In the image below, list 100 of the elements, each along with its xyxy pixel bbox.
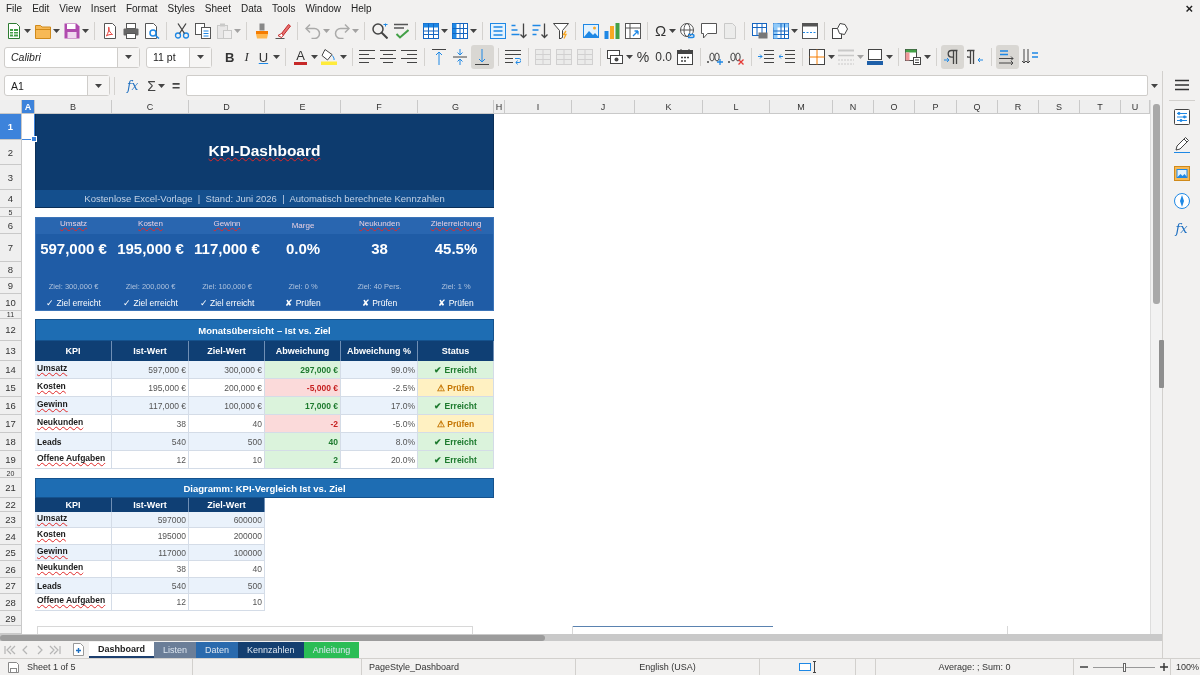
row-number[interactable]: 25 bbox=[0, 545, 22, 561]
minus-icon[interactable] bbox=[1080, 663, 1088, 671]
column-letter[interactable]: J bbox=[572, 100, 635, 114]
menu-item[interactable]: Styles bbox=[162, 2, 200, 16]
column-letter[interactable]: M bbox=[770, 100, 833, 114]
font-name-box[interactable]: Calibri bbox=[4, 46, 140, 68]
menu-item[interactable]: Tools bbox=[267, 2, 301, 16]
zeros-cross-icon[interactable] bbox=[728, 49, 745, 65]
fill-handle[interactable] bbox=[31, 136, 37, 142]
search-icon[interactable] bbox=[371, 22, 388, 39]
row-number[interactable]: 26 bbox=[0, 561, 22, 578]
align-center-icon[interactable] bbox=[380, 49, 397, 65]
row-number[interactable]: 24 bbox=[0, 528, 22, 545]
row-number[interactable]: 15 bbox=[0, 379, 22, 397]
column-letter[interactable]: R bbox=[998, 100, 1039, 114]
bar-chart-icon[interactable] bbox=[603, 22, 620, 39]
sheet-tab[interactable]: Daten bbox=[196, 641, 239, 658]
document-icon[interactable] bbox=[101, 22, 118, 39]
font-color-button[interactable]: A bbox=[290, 46, 311, 68]
row-number[interactable]: 8 bbox=[0, 262, 22, 278]
table-arrow-icon[interactable] bbox=[624, 22, 641, 39]
font-size-box[interactable]: 11 pt bbox=[146, 46, 212, 68]
menu-item[interactable]: File bbox=[1, 2, 28, 16]
sheet-tab[interactable]: Kennzahlen bbox=[238, 641, 304, 658]
row-number[interactable]: 2 bbox=[0, 140, 22, 165]
caret-icon[interactable] bbox=[124, 55, 132, 59]
banknote-icon[interactable] bbox=[607, 49, 624, 65]
speech-bubble-icon[interactable] bbox=[700, 22, 717, 39]
caret-icon[interactable] bbox=[94, 83, 102, 88]
menu-item[interactable]: Data bbox=[235, 2, 268, 16]
percent-button[interactable]: % bbox=[633, 46, 653, 68]
caret-icon[interactable] bbox=[339, 55, 347, 59]
column-letter[interactable]: C bbox=[112, 100, 189, 114]
row-number[interactable]: 22 bbox=[0, 498, 22, 512]
calendar-icon[interactable] bbox=[677, 49, 694, 65]
column-letter[interactable]: F bbox=[341, 100, 418, 114]
column-letter[interactable]: D bbox=[189, 100, 265, 114]
italic-button[interactable]: I bbox=[239, 46, 254, 68]
row-number[interactable]: 6 bbox=[0, 217, 22, 234]
column-letter[interactable]: L bbox=[703, 100, 770, 114]
table-printer-icon[interactable] bbox=[751, 22, 768, 39]
menu-item[interactable]: Edit bbox=[27, 2, 55, 16]
row-number[interactable]: 12 bbox=[0, 319, 22, 341]
zoom-slider-thumb[interactable] bbox=[1123, 662, 1126, 672]
document-plus-icon[interactable] bbox=[73, 643, 84, 656]
bold-button[interactable]: B bbox=[220, 46, 240, 68]
underline-button[interactable]: U bbox=[253, 46, 274, 68]
scrollbar-thumb[interactable] bbox=[1153, 104, 1160, 304]
indent-icon[interactable] bbox=[758, 49, 775, 65]
column-letter[interactable]: G bbox=[418, 100, 494, 114]
menu-item[interactable]: Format bbox=[120, 2, 163, 16]
align-top-icon[interactable] bbox=[431, 49, 448, 65]
plus-icon[interactable] bbox=[1160, 663, 1168, 671]
column-letter[interactable]: B bbox=[35, 100, 112, 114]
image-folder-icon[interactable] bbox=[1173, 165, 1190, 181]
caret-icon[interactable] bbox=[157, 83, 165, 88]
row-number[interactable]: 29 bbox=[0, 611, 22, 626]
functions-button[interactable]: fx bbox=[1175, 221, 1188, 237]
function-wizard-button[interactable]: fx bbox=[119, 78, 143, 93]
vertical-scrollbar[interactable] bbox=[1150, 100, 1162, 634]
printer-icon[interactable] bbox=[122, 22, 139, 39]
caret-icon[interactable] bbox=[273, 55, 281, 59]
caret-icon[interactable] bbox=[196, 55, 204, 59]
caret-icon[interactable] bbox=[827, 55, 835, 59]
column-letter[interactable]: T bbox=[1080, 100, 1121, 114]
spellcheck-icon[interactable] bbox=[392, 22, 409, 39]
selection-mode-icon[interactable] bbox=[798, 661, 817, 673]
row-number[interactable]: 10 bbox=[0, 294, 22, 311]
column-letter[interactable]: N bbox=[833, 100, 874, 114]
row-number[interactable]: 13 bbox=[0, 341, 22, 361]
column-letter[interactable]: H bbox=[494, 100, 505, 114]
sum-button[interactable]: Σ bbox=[142, 77, 158, 94]
row-number[interactable]: 19 bbox=[0, 451, 22, 469]
filter-icon[interactable] bbox=[552, 22, 569, 39]
sheet-tab[interactable]: Dashboard bbox=[89, 641, 154, 658]
horizontal-scrollbar[interactable] bbox=[0, 634, 1162, 641]
copy-icon[interactable] bbox=[194, 22, 211, 39]
column-letter[interactable]: A bbox=[22, 100, 35, 114]
sidebar-handle[interactable] bbox=[1159, 340, 1164, 388]
number-format-button[interactable]: 0.0 bbox=[652, 46, 675, 68]
align-left-icon[interactable] bbox=[359, 49, 376, 65]
table-columns-icon[interactable] bbox=[451, 22, 468, 39]
globe-link-icon[interactable] bbox=[679, 22, 696, 39]
column-letter[interactable]: U bbox=[1121, 100, 1150, 114]
scissors-icon[interactable] bbox=[173, 22, 190, 39]
caret-icon[interactable] bbox=[669, 28, 677, 33]
menu-item[interactable]: Window bbox=[300, 2, 346, 16]
compass-icon[interactable] bbox=[1173, 193, 1190, 209]
row-number[interactable]: 17 bbox=[0, 415, 22, 433]
menu-icon[interactable] bbox=[1174, 79, 1189, 91]
row-number[interactable]: 21 bbox=[0, 478, 22, 498]
border-color-icon[interactable] bbox=[867, 49, 884, 65]
row-number[interactable]: 18 bbox=[0, 433, 22, 451]
row-number[interactable]: 7 bbox=[0, 234, 22, 262]
table-rows-icon[interactable] bbox=[422, 22, 439, 39]
special-character-button[interactable]: Ω bbox=[652, 19, 670, 42]
row-number[interactable]: 3 bbox=[0, 165, 22, 190]
caret-icon[interactable] bbox=[923, 55, 931, 59]
sliders-icon[interactable] bbox=[1173, 109, 1190, 125]
caret-icon[interactable] bbox=[625, 55, 633, 59]
